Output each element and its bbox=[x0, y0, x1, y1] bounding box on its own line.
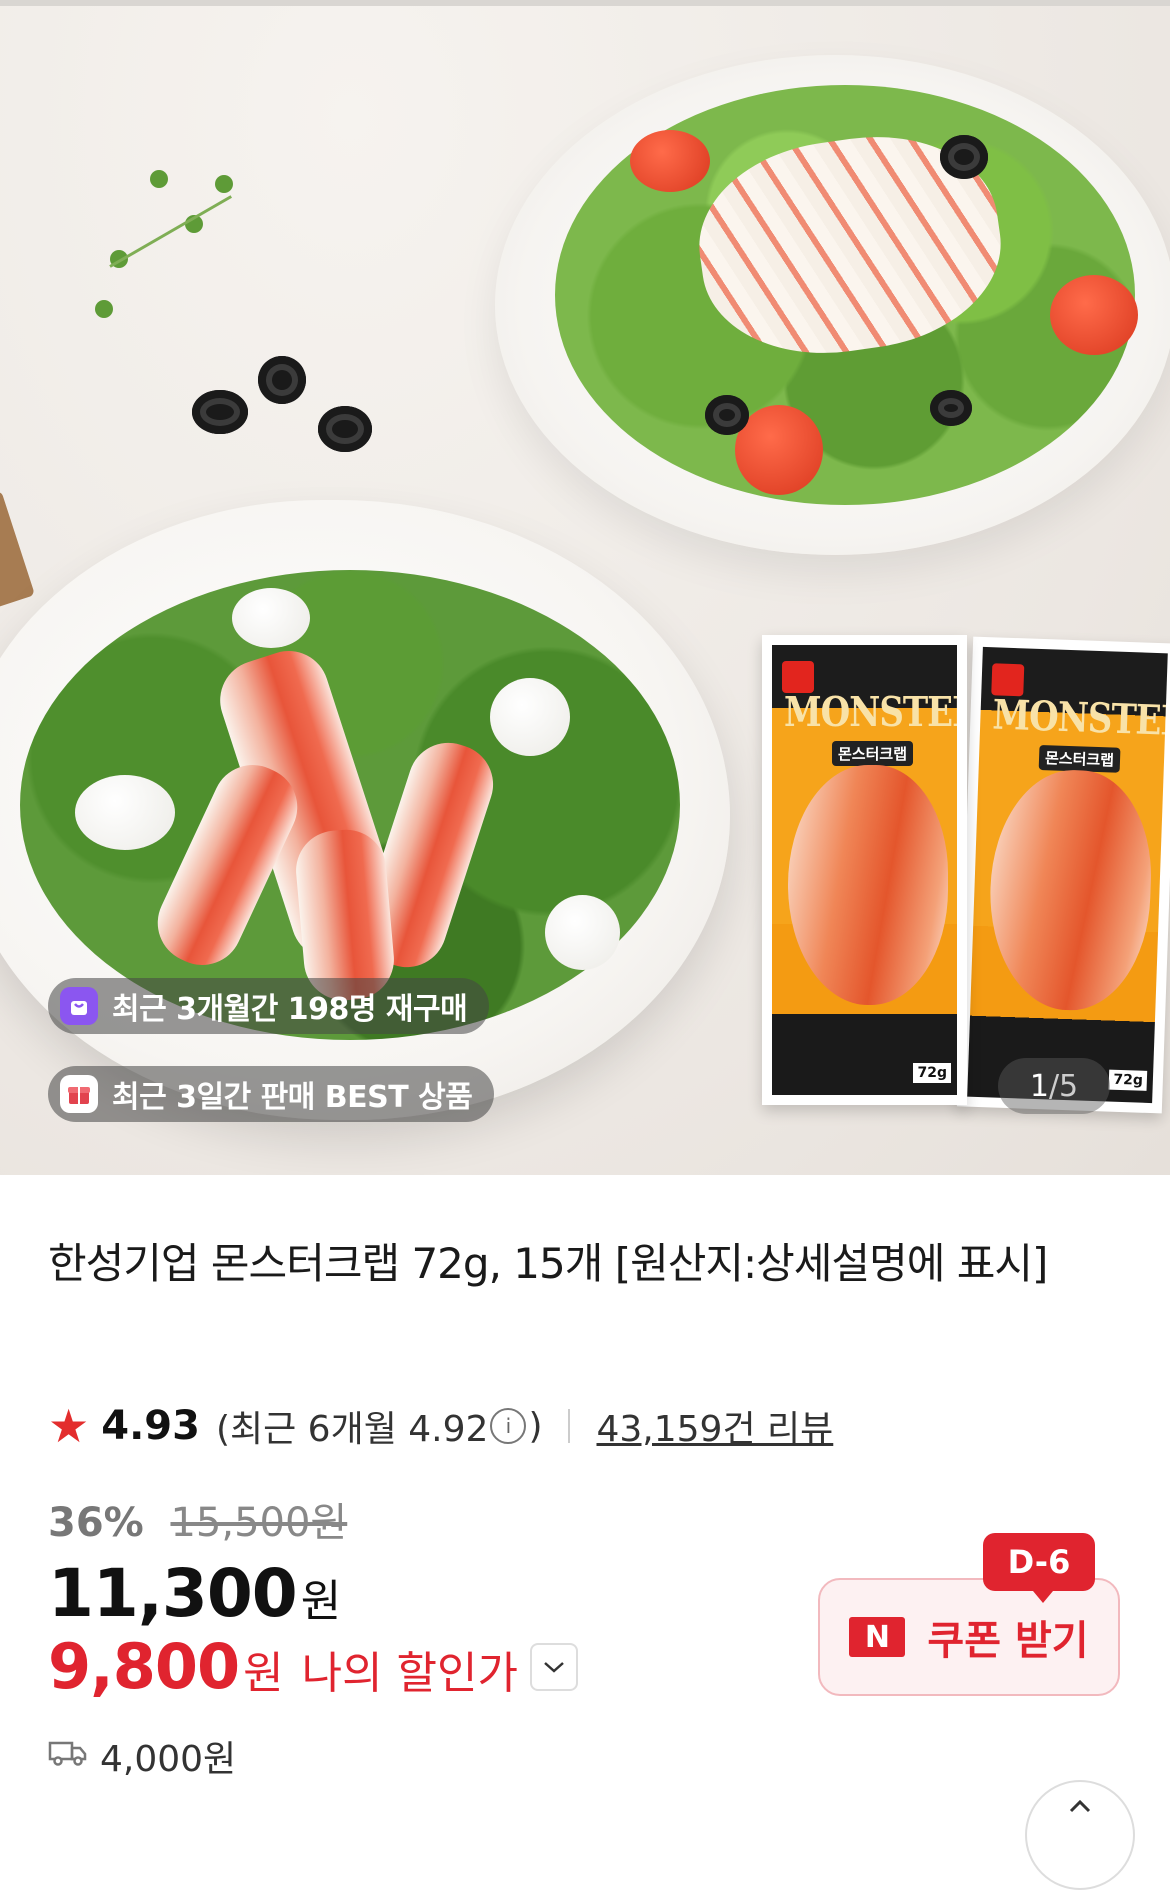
chevron-down-icon[interactable] bbox=[530, 1642, 578, 1691]
scroll-top-button[interactable] bbox=[1025, 1780, 1135, 1890]
rating-score: 4.93 bbox=[101, 1403, 200, 1449]
olive-image bbox=[258, 356, 306, 404]
wooden-board-image bbox=[0, 490, 36, 620]
olive-image bbox=[940, 135, 988, 179]
olive-image bbox=[705, 395, 749, 435]
dday-badge: D-6 bbox=[983, 1533, 1095, 1603]
arrow-up-icon bbox=[1069, 1799, 1091, 1813]
tomato-image bbox=[1050, 275, 1138, 355]
product-image[interactable]: MONSTER 몬스터크랩 72g MONSTER 몬스터크랩 72g 최근 3… bbox=[0, 0, 1170, 1175]
shipping-fee: 4,000원 bbox=[100, 1739, 237, 1780]
product-title: 한성기업 몬스터크랩 72g, 15개 [원산지:상세설명에 표시] bbox=[48, 1239, 1048, 1288]
coupon-button[interactable]: N 쿠폰 받기 bbox=[818, 1578, 1120, 1696]
info-icon[interactable]: i bbox=[490, 1408, 527, 1444]
best-seller-badge-text: 최근 3일간 판매 BEST 상품 bbox=[112, 1080, 473, 1115]
price-row: 11,300 원 bbox=[48, 1555, 341, 1632]
my-discount-row[interactable]: 9,800 원 나의 할인가 bbox=[48, 1630, 578, 1703]
olive-image bbox=[930, 390, 972, 426]
divider bbox=[568, 1409, 571, 1443]
package-title: MONSTER bbox=[784, 689, 957, 737]
package-crab-image bbox=[986, 767, 1155, 1013]
my-discount-price: 9,800 bbox=[48, 1630, 240, 1703]
olive-image bbox=[318, 406, 372, 452]
package-title: MONSTER bbox=[991, 691, 1168, 747]
gift-box-icon bbox=[60, 1075, 98, 1113]
repurchase-badge-text: 최근 3개월간 198명 재구매 bbox=[112, 992, 468, 1027]
herb-leaf-image bbox=[95, 300, 113, 318]
shipping-row: 4,000원 bbox=[48, 1730, 236, 1782]
truck-icon bbox=[48, 1737, 88, 1775]
review-count-link[interactable]: 43,159건 리뷰 bbox=[596, 1400, 833, 1452]
herb-leaf-image bbox=[215, 175, 233, 193]
coupon-button-label: 쿠폰 받기 bbox=[927, 1618, 1089, 1664]
package-weight: 72g bbox=[1109, 1069, 1148, 1091]
package-crab-image bbox=[788, 765, 948, 1005]
product-package-image: MONSTER 몬스터크랩 72g bbox=[956, 636, 1170, 1114]
mozzarella-image bbox=[75, 775, 175, 850]
mozzarella-image bbox=[545, 895, 620, 970]
star-icon: ★ bbox=[48, 1399, 90, 1453]
shopping-bag-icon bbox=[60, 987, 98, 1025]
my-discount-currency: 원 bbox=[243, 1648, 284, 1699]
recent-rating-close: ) bbox=[528, 1405, 543, 1447]
product-package-image: MONSTER 몬스터크랩 72g bbox=[762, 635, 967, 1105]
olive-image bbox=[192, 390, 248, 434]
package-subtitle: 몬스터크랩 bbox=[832, 741, 914, 766]
naver-logo-icon: N bbox=[849, 1617, 906, 1657]
top-divider bbox=[0, 0, 1170, 6]
discount-row: 36% 15,500원 bbox=[48, 1490, 347, 1548]
tomato-image bbox=[630, 130, 710, 192]
image-counter-current: 1 bbox=[1029, 1068, 1049, 1104]
repurchase-badge: 최근 3개월간 198명 재구매 bbox=[48, 978, 490, 1034]
package-weight: 72g bbox=[913, 1063, 951, 1083]
mozzarella-image bbox=[232, 588, 310, 648]
image-counter-total: 5 bbox=[1059, 1068, 1079, 1104]
mozzarella-image bbox=[490, 678, 570, 756]
rating-row: ★ 4.93 (최근 6개월 4.92 i ) 43,159건 리뷰 bbox=[48, 1396, 833, 1456]
herb-leaf-image bbox=[150, 170, 168, 188]
herb-stem-image bbox=[109, 195, 232, 268]
original-price: 15,500원 bbox=[170, 1500, 348, 1546]
sale-price-currency: 원 bbox=[300, 1576, 342, 1627]
recent-rating: (최근 6개월 4.92 bbox=[215, 1409, 489, 1450]
package-subtitle: 몬스터크랩 bbox=[1038, 744, 1121, 773]
my-discount-label: 나의 할인가 bbox=[301, 1648, 518, 1699]
image-counter: 1/5 bbox=[998, 1058, 1110, 1114]
best-seller-badge: 최근 3일간 판매 BEST 상품 bbox=[48, 1066, 495, 1122]
sale-price: 11,300 bbox=[48, 1555, 298, 1632]
image-counter-separator: / bbox=[1048, 1068, 1060, 1104]
discount-rate: 36% bbox=[48, 1500, 144, 1546]
